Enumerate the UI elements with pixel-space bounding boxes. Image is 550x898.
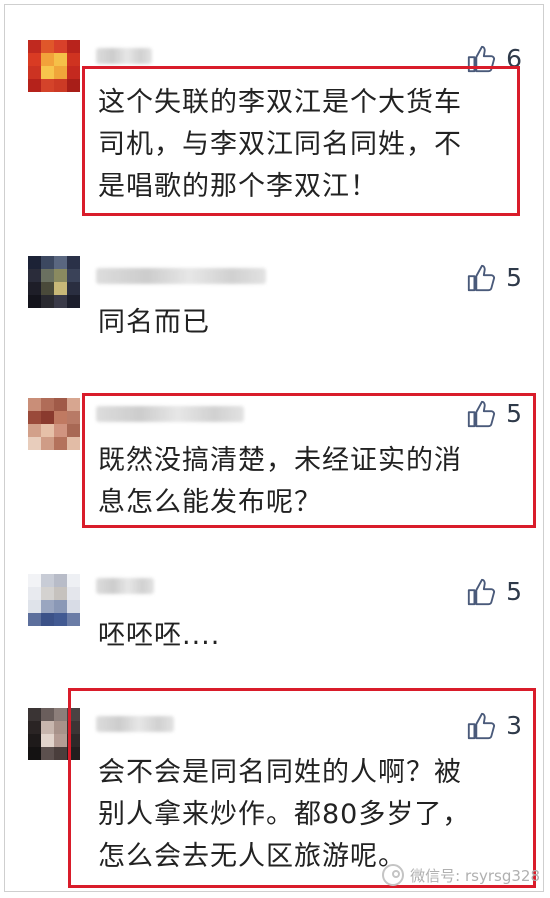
- highlight-box: [82, 66, 520, 216]
- highlight-box: [82, 393, 536, 528]
- avatar[interactable]: [28, 574, 80, 626]
- comment-text: 呸呸呸....: [98, 615, 220, 657]
- highlight-box: [68, 688, 536, 888]
- thumbs-up-icon: [466, 263, 496, 293]
- comment-line: 同名而已: [98, 307, 210, 338]
- like-button[interactable]: 5: [466, 577, 522, 607]
- username-blurred[interactable]: [96, 48, 152, 64]
- watermark: 微信号: rsyrsg328: [382, 864, 540, 886]
- comment-text: 同名而已: [98, 302, 210, 344]
- avatar[interactable]: [28, 398, 80, 450]
- avatar[interactable]: [28, 256, 80, 308]
- username-blurred[interactable]: [96, 578, 154, 594]
- username-blurred[interactable]: [96, 268, 266, 284]
- avatar[interactable]: [28, 40, 80, 92]
- watermark-text: 微信号: rsyrsg328: [410, 866, 540, 885]
- wechat-icon: [382, 864, 405, 886]
- comment-line: 呸呸呸....: [98, 620, 221, 651]
- thumbs-up-icon: [466, 577, 496, 607]
- like-button[interactable]: 5: [466, 263, 522, 293]
- like-count: 5: [506, 263, 522, 292]
- like-count: 5: [506, 577, 522, 606]
